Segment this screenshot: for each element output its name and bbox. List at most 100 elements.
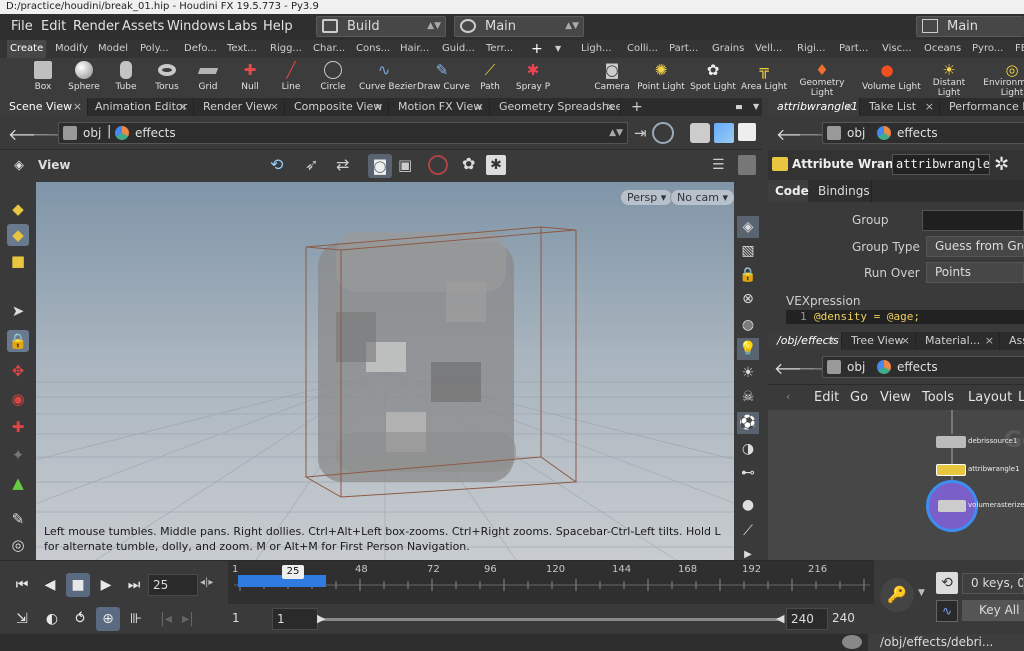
tool-distant-light[interactable]: ☀ Distant Light <box>924 58 974 98</box>
shelf-tab-fem[interactable]: FE <box>1012 40 1024 58</box>
debrissource-node[interactable] <box>936 436 966 448</box>
tab-geometry-spreadsheet[interactable]: Geometry Spreadsheet × <box>490 98 621 116</box>
viewport-path[interactable]: obj | effects ▲▼ <box>58 122 628 144</box>
shelf-tab-model[interactable]: Model <box>95 40 131 58</box>
pan-view-icon[interactable]: ⇄ <box>336 155 349 174</box>
chevron-down-icon[interactable]: ▼ <box>552 40 564 58</box>
tool-environment-light[interactable]: ◎Environment Light <box>982 58 1024 98</box>
right-desktop-dropdown[interactable]: Main <box>916 16 1024 37</box>
shelf-tab-guide[interactable]: Guid... <box>439 40 478 58</box>
shelf-tab-rigging[interactable]: Rigg... <box>267 40 305 58</box>
shelf-tab-grains[interactable]: Grains <box>709 40 747 58</box>
ghost-icon[interactable]: ⊗ <box>737 288 759 310</box>
menu-edit[interactable]: Edit <box>41 19 66 34</box>
loop-icon[interactable]: ⥀ <box>68 607 92 631</box>
channel-icon[interactable]: ⟲ <box>936 572 958 594</box>
object-select-icon[interactable]: ◆ <box>7 198 29 220</box>
shelf-tab-collisions[interactable]: Colli... <box>624 40 661 58</box>
menu-windows[interactable]: Windows <box>167 19 225 34</box>
particle-display-icon[interactable]: ⊷ <box>737 462 759 484</box>
link-icon[interactable] <box>652 122 674 144</box>
play-reverse-icon[interactable]: ◀ <box>38 573 62 597</box>
rotate-handle-icon[interactable]: ✚ <box>7 416 29 438</box>
scene-viewport[interactable]: Persp ▾ No cam ▾ Left mouse tumbles. Mid… <box>36 182 734 560</box>
key-icon[interactable]: 🔑 <box>880 578 914 612</box>
visualizer-icon[interactable]: ◑ <box>737 438 759 460</box>
persp-menu[interactable]: Persp ▾ <box>620 189 674 206</box>
handle-tool-icon[interactable]: ▲ <box>7 472 29 494</box>
menu-assets[interactable]: Assets <box>122 19 164 34</box>
shelf-tab-vellum[interactable]: Vell... <box>752 40 785 58</box>
menu-render[interactable]: Render <box>73 19 119 34</box>
audio-icon[interactable]: ◐ <box>40 607 64 631</box>
menu-file[interactable]: File <box>11 19 33 34</box>
prev-key-icon[interactable]: |◂ <box>154 607 178 631</box>
view-tool-icon[interactable]: ◈ <box>14 158 24 173</box>
timeline-track[interactable]: 1 48 72 96 120 144 168 192 216 25 <box>228 561 874 605</box>
status-path[interactable]: /obj/effects/debri... <box>868 634 1024 651</box>
tool-spray-paint[interactable]: ✱ Spray P <box>508 58 558 98</box>
tab-render-view[interactable]: Render View × <box>194 98 285 116</box>
point-display-icon[interactable]: ● <box>737 494 759 516</box>
range-end-field[interactable]: 240 <box>786 608 828 630</box>
tab-composite-view[interactable]: Composite View × <box>285 98 389 116</box>
record-icon[interactable] <box>428 155 448 175</box>
target-icon[interactable]: ⊕ <box>96 607 120 631</box>
close-icon[interactable]: × <box>179 98 188 116</box>
close-icon[interactable]: × <box>73 98 82 116</box>
shelf-tab-constraints[interactable]: Cons... <box>353 40 393 58</box>
shelf-tab-particles[interactable]: Part... <box>666 40 701 58</box>
wireframe-icon[interactable]: ▧ <box>737 240 759 262</box>
material-icon[interactable] <box>714 123 734 143</box>
chevron-down-icon[interactable]: ▼ <box>744 98 760 116</box>
tab-asset-browser[interactable]: Asset <box>1000 332 1024 350</box>
tool-geometry-light[interactable]: ♦ Geometry Light <box>797 58 847 98</box>
network-menu-layout[interactable]: Layout <box>968 390 1012 405</box>
display-mode-icon[interactable]: ◈ <box>737 216 759 238</box>
chevron-down-icon[interactable]: ▼ <box>918 588 925 598</box>
jump-end-icon[interactable]: ⏭ <box>122 573 146 597</box>
tool-circle[interactable]: Circle <box>308 58 358 98</box>
camera-menu[interactable]: No cam ▾ <box>670 189 734 206</box>
range-end-handle[interactable]: ◀ <box>776 612 784 625</box>
gear-icon[interactable]: ✲ <box>994 154 1009 175</box>
tab-performance-monitor[interactable]: Performance Mo <box>940 98 1024 116</box>
pose-icon[interactable]: ✦ <box>7 444 29 466</box>
cube-display-icon[interactable] <box>690 123 710 143</box>
tab-attribwrangle1[interactable]: attribwrangle1 × <box>768 98 860 116</box>
main-desktop-dropdown[interactable]: Main ▲▼ <box>454 16 584 37</box>
shelf-tab-particle-fluids[interactable]: Part... <box>836 40 871 58</box>
attribwrangle-node[interactable] <box>936 464 966 476</box>
curve-icon[interactable]: ∿ <box>936 600 958 622</box>
tool-point-light[interactable]: ✺ Point Light <box>636 58 686 98</box>
tool-volume-light[interactable]: ● Volume Light <box>862 58 921 98</box>
vex-code-editor[interactable]: 1 @density = @age; <box>786 310 1024 324</box>
close-icon[interactable]: × <box>925 98 934 116</box>
menu-labs[interactable]: Labs <box>227 19 257 34</box>
network-menu-edit[interactable]: Edit <box>814 390 839 405</box>
tool-curve-bezier[interactable]: ∿ Curve Bezier <box>359 58 417 98</box>
close-icon[interactable]: × <box>985 332 994 350</box>
normals-icon[interactable]: ⟋ <box>737 520 759 542</box>
headlight-icon[interactable]: 💡 <box>737 338 759 360</box>
step-frame-icon[interactable]: ◂|▸ <box>200 577 213 588</box>
shelf-tab-hair[interactable]: Hair... <box>397 40 432 58</box>
run-over-dropdown[interactable]: Points <box>926 262 1024 283</box>
close-icon[interactable]: × <box>475 98 484 116</box>
range-start-handle[interactable]: ▶ <box>317 612 325 625</box>
key-all-channels-button[interactable]: Key All Ch <box>962 600 1024 621</box>
close-icon[interactable]: × <box>270 98 279 116</box>
tab-material-palette[interactable]: Material... × <box>916 332 1000 350</box>
tab-scene-view[interactable]: Scene View × <box>0 98 88 116</box>
shelf-tab-characters[interactable]: Char... <box>310 40 348 58</box>
lock-camera-icon[interactable]: 🔒 <box>737 264 759 286</box>
stop-icon[interactable]: ■ <box>66 573 90 597</box>
shading-icon[interactable]: ◍ <box>737 314 759 336</box>
tool-spot-light[interactable]: ✿ Spot Light <box>688 58 738 98</box>
close-icon[interactable]: × <box>845 98 854 116</box>
snapshot-icon[interactable] <box>738 123 756 141</box>
light-icon[interactable]: ☀ <box>737 362 759 384</box>
close-icon[interactable]: × <box>374 98 383 116</box>
play-icon[interactable]: ▶ <box>94 573 118 597</box>
transform-handle-icon[interactable]: ✥ <box>7 360 29 382</box>
